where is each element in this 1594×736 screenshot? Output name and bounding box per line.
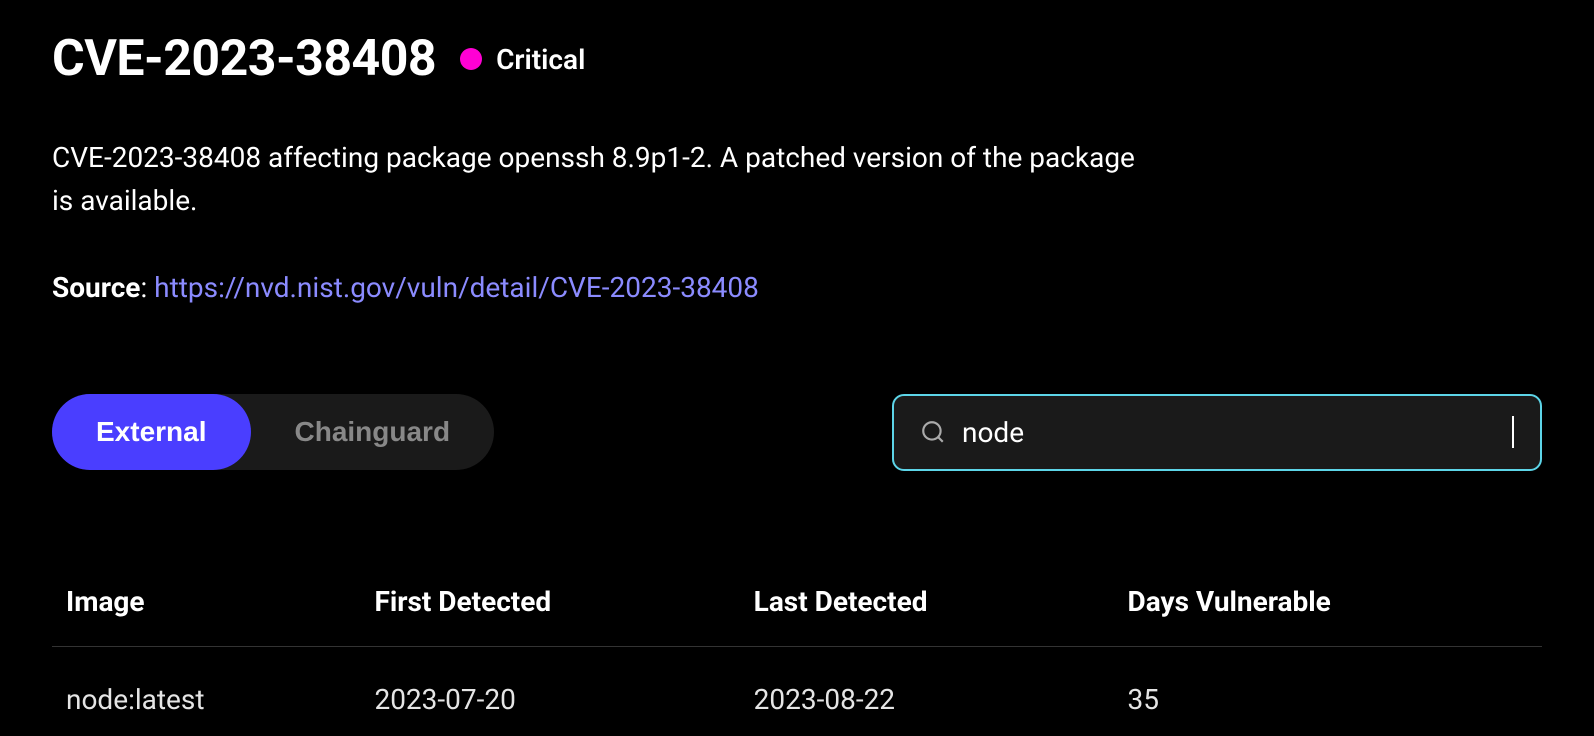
tab-chainguard[interactable]: Chainguard: [251, 394, 495, 470]
source-label: Source: [52, 271, 140, 304]
col-image: Image: [52, 571, 360, 647]
severity-label: Critical: [496, 43, 585, 76]
source-line: Source: https://nvd.nist.gov/vuln/detail…: [52, 271, 1542, 304]
cve-description: CVE-2023-38408 affecting package openssh…: [52, 136, 1152, 223]
col-last-detected: Last Detected: [740, 571, 1114, 647]
table-header-row: Image First Detected Last Detected Days …: [52, 571, 1542, 647]
cell-image: node:latest: [52, 646, 360, 730]
col-days-vulnerable: Days Vulnerable: [1114, 571, 1543, 647]
search-field-wrapper[interactable]: [892, 394, 1542, 471]
controls-row: External Chainguard: [52, 394, 1542, 471]
vulnerability-table: Image First Detected Last Detected Days …: [52, 571, 1542, 730]
severity-badge: Critical: [460, 43, 585, 76]
page-header: CVE-2023-38408 Critical: [52, 30, 1542, 88]
cve-title: CVE-2023-38408: [52, 30, 436, 88]
table-row[interactable]: node:latest 2023-07-20 2023-08-22 35: [52, 646, 1542, 730]
tab-external[interactable]: External: [52, 394, 251, 470]
severity-dot-icon: [460, 48, 482, 70]
cell-first-detected: 2023-07-20: [360, 646, 739, 730]
cell-last-detected: 2023-08-22: [740, 646, 1114, 730]
source-link[interactable]: https://nvd.nist.gov/vuln/detail/CVE-202…: [154, 271, 759, 304]
cell-days-vulnerable: 35: [1114, 646, 1543, 730]
search-icon: [920, 419, 946, 445]
tab-group: External Chainguard: [52, 394, 494, 470]
search-input[interactable]: [962, 416, 1510, 449]
col-first-detected: First Detected: [360, 571, 739, 647]
text-cursor-icon: [1512, 416, 1514, 448]
